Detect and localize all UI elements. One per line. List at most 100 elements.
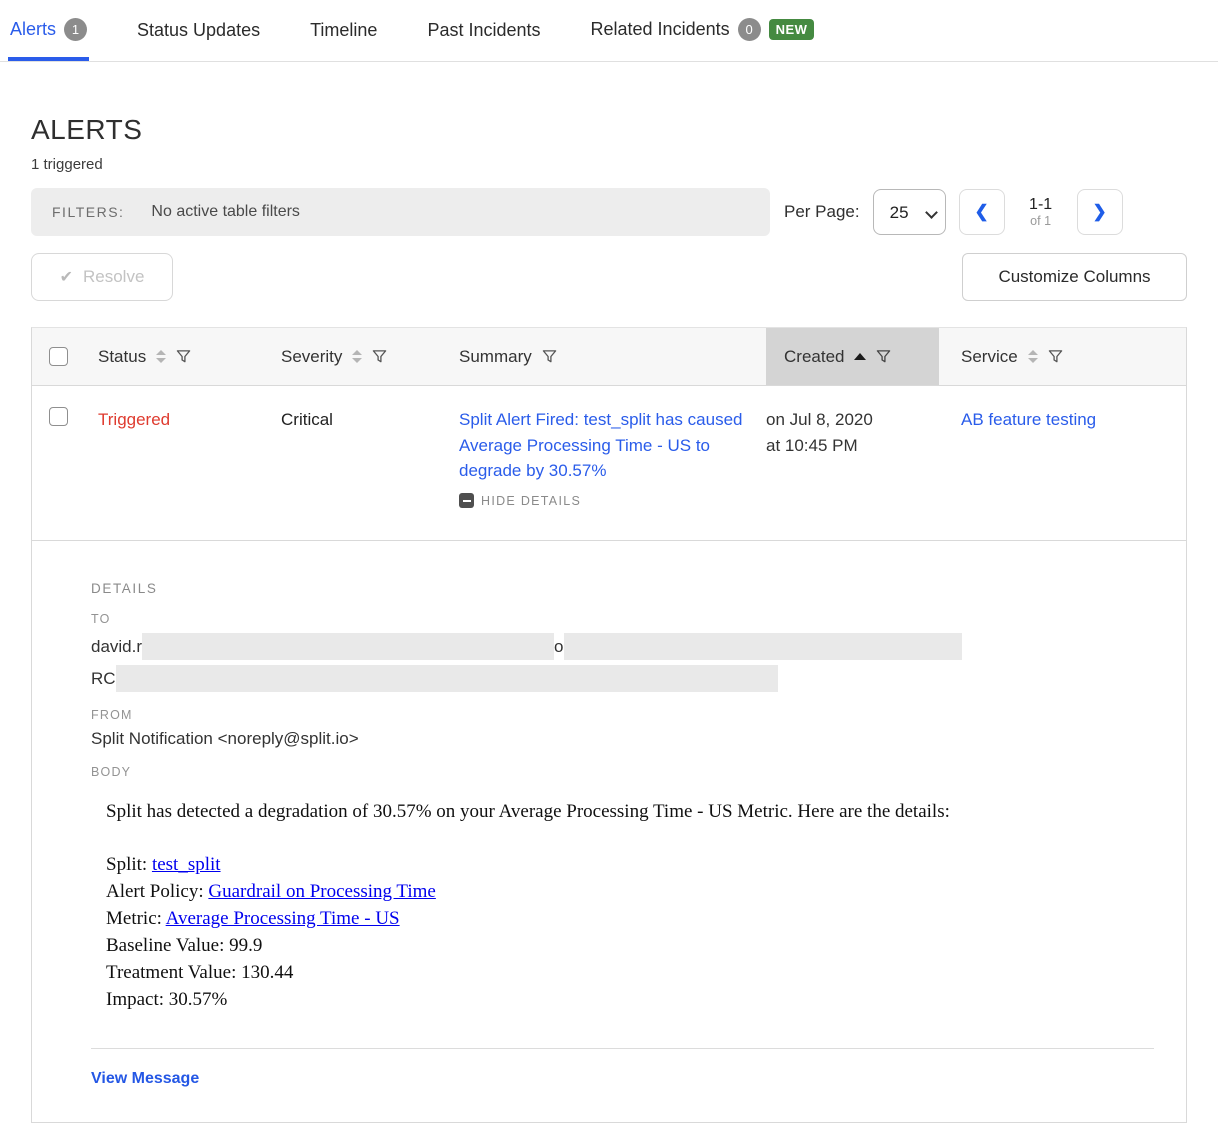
to-text: david.r: [91, 637, 142, 657]
customize-columns-label: Customize Columns: [998, 267, 1150, 287]
tab-timeline[interactable]: Timeline: [308, 20, 379, 61]
hide-details-toggle[interactable]: HIDE DETAILS: [459, 492, 752, 511]
chevron-left-icon: ❮: [974, 202, 988, 222]
column-header-service-label: Service: [961, 347, 1018, 367]
email-field-treatment: Treatment Value: 130.44: [106, 960, 1172, 987]
controls-row: FILTERS: No active table filters Per Pag…: [31, 188, 1187, 236]
resolve-button-label: Resolve: [83, 267, 144, 287]
tab-past-incidents-label: Past Incidents: [427, 20, 540, 41]
to-label: TO: [91, 612, 1172, 626]
filters-bar[interactable]: FILTERS: No active table filters: [31, 188, 770, 236]
alerts-count-badge: 1: [64, 18, 87, 41]
column-header-summary[interactable]: Summary: [459, 328, 766, 385]
row-checkbox[interactable]: [49, 407, 68, 426]
to-text: RC: [91, 669, 116, 689]
per-page-select[interactable]: 25: [873, 189, 946, 235]
tab-alerts-label: Alerts: [10, 19, 56, 40]
summary-cell: Split Alert Fired: test_split has caused…: [459, 407, 766, 510]
alerts-page: Alerts 1 Status Updates Timeline Past In…: [0, 0, 1218, 1134]
filter-icon[interactable]: [876, 349, 891, 364]
per-page-label: Per Page:: [784, 202, 860, 222]
table-header-row: Status Severity Summary Created: [32, 328, 1186, 386]
status-badge: Triggered: [98, 407, 281, 510]
to-value-line1: david.r o: [91, 633, 1172, 660]
to-text: o: [554, 637, 563, 657]
created-time: at 10:45 PM: [766, 433, 925, 459]
prev-page-button[interactable]: ❮: [959, 189, 1005, 235]
severity-value: Critical: [281, 407, 459, 510]
body-label: BODY: [91, 765, 1172, 779]
from-value: Split Notification <noreply@split.io>: [91, 729, 1172, 749]
redacted-text: [564, 633, 962, 660]
email-field-split: Split: test_split: [106, 852, 1172, 879]
filter-icon[interactable]: [542, 349, 557, 364]
page-range-current: 1-1: [1018, 195, 1064, 214]
email-field-baseline: Baseline Value: 99.9: [106, 933, 1172, 960]
tab-status-updates[interactable]: Status Updates: [135, 20, 262, 61]
redacted-text: [116, 665, 778, 692]
alert-details-panel: DETAILS TO david.r o RC FROM Split Notifi…: [32, 541, 1186, 1122]
email-field-alert-policy: Alert Policy: Guardrail on Processing Ti…: [106, 879, 1172, 906]
filter-icon[interactable]: [176, 349, 191, 364]
customize-columns-button[interactable]: Customize Columns: [962, 253, 1187, 301]
details-section-label: DETAILS: [91, 581, 1172, 596]
email-field-impact: Impact: 30.57%: [106, 987, 1172, 1014]
header-checkbox-cell: [32, 328, 98, 385]
related-incidents-count-badge: 0: [738, 18, 761, 41]
alert-policy-link[interactable]: Guardrail on Processing Time: [208, 881, 435, 902]
email-body: Split has detected a degradation of 30.5…: [106, 799, 1172, 1014]
resolve-button[interactable]: ✔ Resolve: [31, 253, 173, 301]
checkmark-icon: ✔: [60, 267, 73, 287]
spacer: [106, 826, 1172, 852]
email-intro: Split has detected a degradation of 30.5…: [106, 799, 1172, 826]
select-all-checkbox[interactable]: [49, 347, 68, 366]
tab-timeline-label: Timeline: [310, 20, 377, 41]
redacted-text: [142, 633, 554, 660]
view-message-link[interactable]: View Message: [91, 1070, 199, 1088]
next-page-button[interactable]: ❯: [1077, 189, 1123, 235]
split-link[interactable]: test_split: [152, 854, 221, 875]
hide-details-label: HIDE DETAILS: [481, 492, 581, 511]
from-label: FROM: [91, 708, 1172, 722]
filters-label: FILTERS:: [52, 204, 124, 220]
pagination: Per Page: 25 ❮ 1-1 of 1 ❯: [784, 189, 1123, 235]
summary-link[interactable]: Split Alert Fired: test_split has caused…: [459, 410, 742, 480]
tab-related-incidents-label: Related Incidents: [591, 19, 730, 40]
table-row: Triggered Critical Split Alert Fired: te…: [32, 386, 1186, 541]
metric-link[interactable]: Average Processing Time - US: [166, 908, 400, 929]
chevron-right-icon: ❯: [1092, 202, 1106, 222]
sort-icon[interactable]: [1028, 350, 1038, 363]
divider: [91, 1048, 1154, 1049]
row-checkbox-cell: [32, 407, 98, 510]
per-page-select-wrap: 25: [873, 189, 946, 235]
new-feature-badge: NEW: [769, 19, 815, 40]
column-header-severity[interactable]: Severity: [281, 328, 459, 385]
sort-ascending-icon[interactable]: [854, 353, 866, 360]
triggered-count: 1 triggered: [31, 156, 1187, 173]
to-value-line2: RC: [91, 665, 1172, 692]
tab-bar: Alerts 1 Status Updates Timeline Past In…: [0, 0, 1218, 62]
collapse-icon: [459, 493, 474, 508]
alerts-table: Status Severity Summary Created: [31, 327, 1187, 1123]
tab-related-incidents[interactable]: Related Incidents 0 NEW: [589, 18, 817, 61]
sort-icon[interactable]: [352, 350, 362, 363]
column-header-status-label: Status: [98, 347, 146, 367]
column-header-status[interactable]: Status: [98, 328, 281, 385]
service-cell: AB feature testing: [939, 407, 1186, 510]
tab-alerts[interactable]: Alerts 1: [8, 18, 89, 61]
buttons-row: ✔ Resolve Customize Columns: [31, 253, 1187, 301]
page-range: 1-1 of 1: [1018, 195, 1064, 229]
column-header-created-label: Created: [784, 347, 844, 367]
column-header-created[interactable]: Created: [766, 328, 939, 385]
created-cell: on Jul 8, 2020 at 10:45 PM: [766, 407, 939, 510]
column-header-severity-label: Severity: [281, 347, 342, 367]
sort-icon[interactable]: [156, 350, 166, 363]
column-header-summary-label: Summary: [459, 347, 532, 367]
created-date: on Jul 8, 2020: [766, 407, 925, 433]
filter-icon[interactable]: [1048, 349, 1063, 364]
filter-icon[interactable]: [372, 349, 387, 364]
tab-past-incidents[interactable]: Past Incidents: [425, 20, 542, 61]
page-title: ALERTS: [31, 114, 1187, 146]
service-link[interactable]: AB feature testing: [961, 410, 1096, 429]
column-header-service[interactable]: Service: [939, 328, 1186, 385]
